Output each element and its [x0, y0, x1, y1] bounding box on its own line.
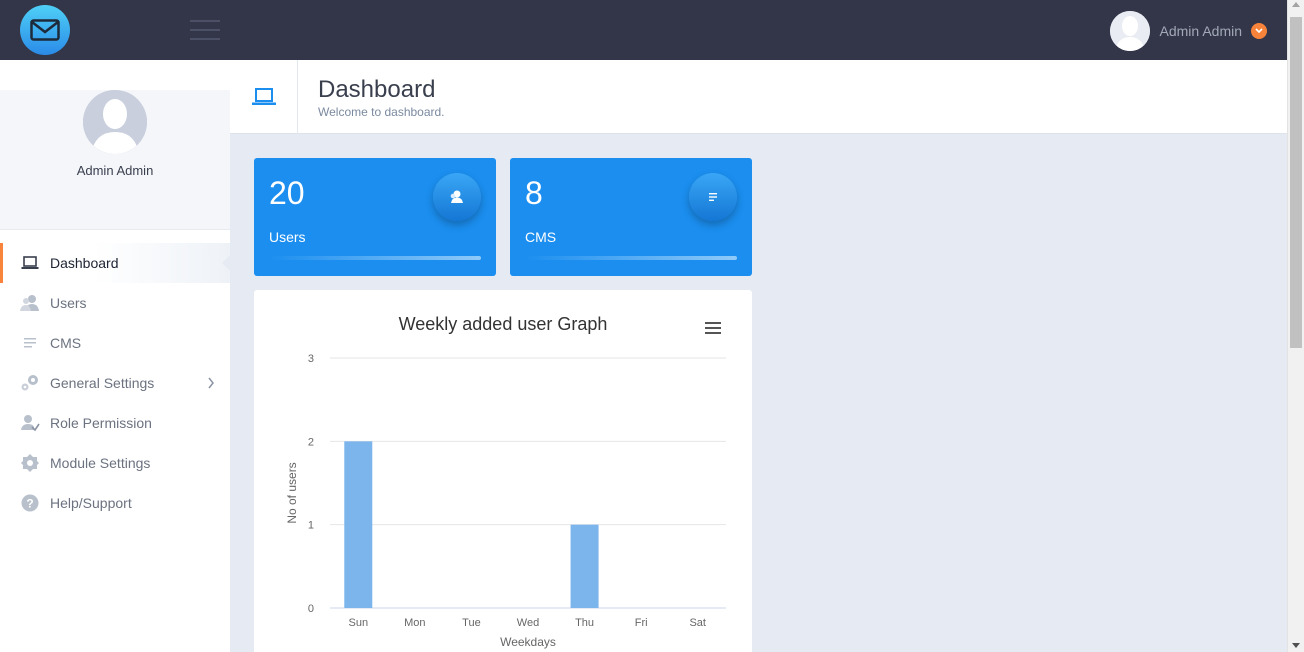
document-icon	[689, 173, 737, 221]
y-tick-label: 1	[308, 520, 314, 532]
bar-sun	[344, 441, 373, 608]
x-tick-label: Fri	[635, 617, 648, 629]
users-card-progress	[269, 256, 481, 260]
scroll-down-icon[interactable]	[1292, 643, 1300, 648]
profile-name: Admin Admin	[76, 163, 154, 178]
sidebar-item-label: CMS	[50, 335, 82, 351]
sidebar-item-label: Role Permission	[50, 415, 152, 431]
x-tick-label: Sat	[689, 617, 706, 629]
x-tick-label: Wed	[517, 617, 539, 629]
mail-logo-icon[interactable]	[20, 5, 70, 55]
x-axis-label: Weekdays	[500, 635, 556, 649]
sidebar-item-cms[interactable]: CMS	[0, 323, 230, 363]
users-count: 20	[269, 175, 305, 211]
menu-toggle-icon[interactable]	[190, 20, 220, 40]
chevron-right-icon	[207, 376, 215, 392]
sidebar-item-general-settings[interactable]: General Settings	[0, 363, 230, 403]
sidebar: Admin Admin Dashboard Users CMS General …	[0, 60, 230, 652]
page-subtitle: Welcome to dashboard.	[318, 105, 445, 119]
avatar	[1109, 11, 1150, 51]
sidebar-item-label: Dashboard	[50, 255, 119, 271]
cms-card-progress	[525, 256, 737, 260]
users-stat-card[interactable]: 20 Users	[254, 158, 496, 276]
scroll-up-icon[interactable]	[1292, 2, 1300, 7]
x-tick-label: Tue	[462, 617, 481, 629]
weekly-users-chart-panel: Weekly added user Graph 0 1 2 3 Sun Mon Tue Wed…	[254, 290, 752, 652]
help-icon: ?	[20, 493, 40, 513]
page-header: Dashboard Welcome to dashboard.	[230, 60, 1287, 134]
sidebar-item-dashboard[interactable]: Dashboard	[0, 243, 230, 283]
user-name: Admin Admin	[1159, 23, 1242, 39]
x-tick-label: Mon	[404, 617, 425, 629]
y-tick-label: 2	[308, 436, 314, 448]
svg-text:?: ?	[26, 497, 33, 511]
sidebar-item-label: Users	[50, 295, 87, 311]
scroll-thumb[interactable]	[1290, 17, 1302, 348]
sidebar-nav: Dashboard Users CMS General Settings Rol…	[0, 243, 230, 523]
gears-icon	[20, 373, 40, 393]
cms-stat-card[interactable]: 8 CMS	[510, 158, 752, 276]
sidebar-item-help-support[interactable]: ? Help/Support	[0, 483, 230, 523]
y-axis-label: No of users	[285, 462, 299, 523]
sidebar-item-role-permission[interactable]: Role Permission	[0, 403, 230, 443]
cog-icon	[20, 453, 40, 473]
avatar	[83, 90, 147, 154]
users-card-label: Users	[269, 229, 306, 245]
y-tick-label: 0	[308, 603, 314, 615]
document-icon	[20, 333, 40, 353]
cms-count: 8	[525, 175, 543, 211]
user-menu[interactable]: Admin Admin	[1109, 11, 1267, 51]
sidebar-item-users[interactable]: Users	[0, 283, 230, 323]
top-navbar: Admin Admin	[0, 0, 1287, 60]
chevron-down-icon[interactable]	[1251, 23, 1267, 39]
sidebar-item-label: Module Settings	[50, 455, 151, 471]
users-icon	[20, 293, 40, 313]
x-tick-label: Thu	[575, 617, 594, 629]
sidebar-item-label: Help/Support	[50, 495, 132, 511]
user-check-icon	[20, 413, 40, 433]
page-scrollbar[interactable]	[1287, 0, 1304, 652]
bar-chart: 0 1 2 3 Sun Mon Tue Wed Thu Fri Sat Weekdays No of u…	[285, 353, 726, 649]
sidebar-profile: Admin Admin	[0, 90, 230, 230]
sidebar-item-module-settings[interactable]: Module Settings	[0, 443, 230, 483]
cms-card-label: CMS	[525, 229, 557, 245]
bar-thu	[570, 524, 599, 608]
y-tick-label: 3	[308, 353, 314, 365]
users-icon	[433, 173, 481, 221]
x-tick-label: Sun	[348, 617, 368, 629]
laptop-icon	[230, 60, 298, 134]
page-title: Dashboard	[318, 76, 436, 103]
laptop-icon	[20, 253, 40, 273]
sidebar-item-label: General Settings	[50, 375, 155, 391]
